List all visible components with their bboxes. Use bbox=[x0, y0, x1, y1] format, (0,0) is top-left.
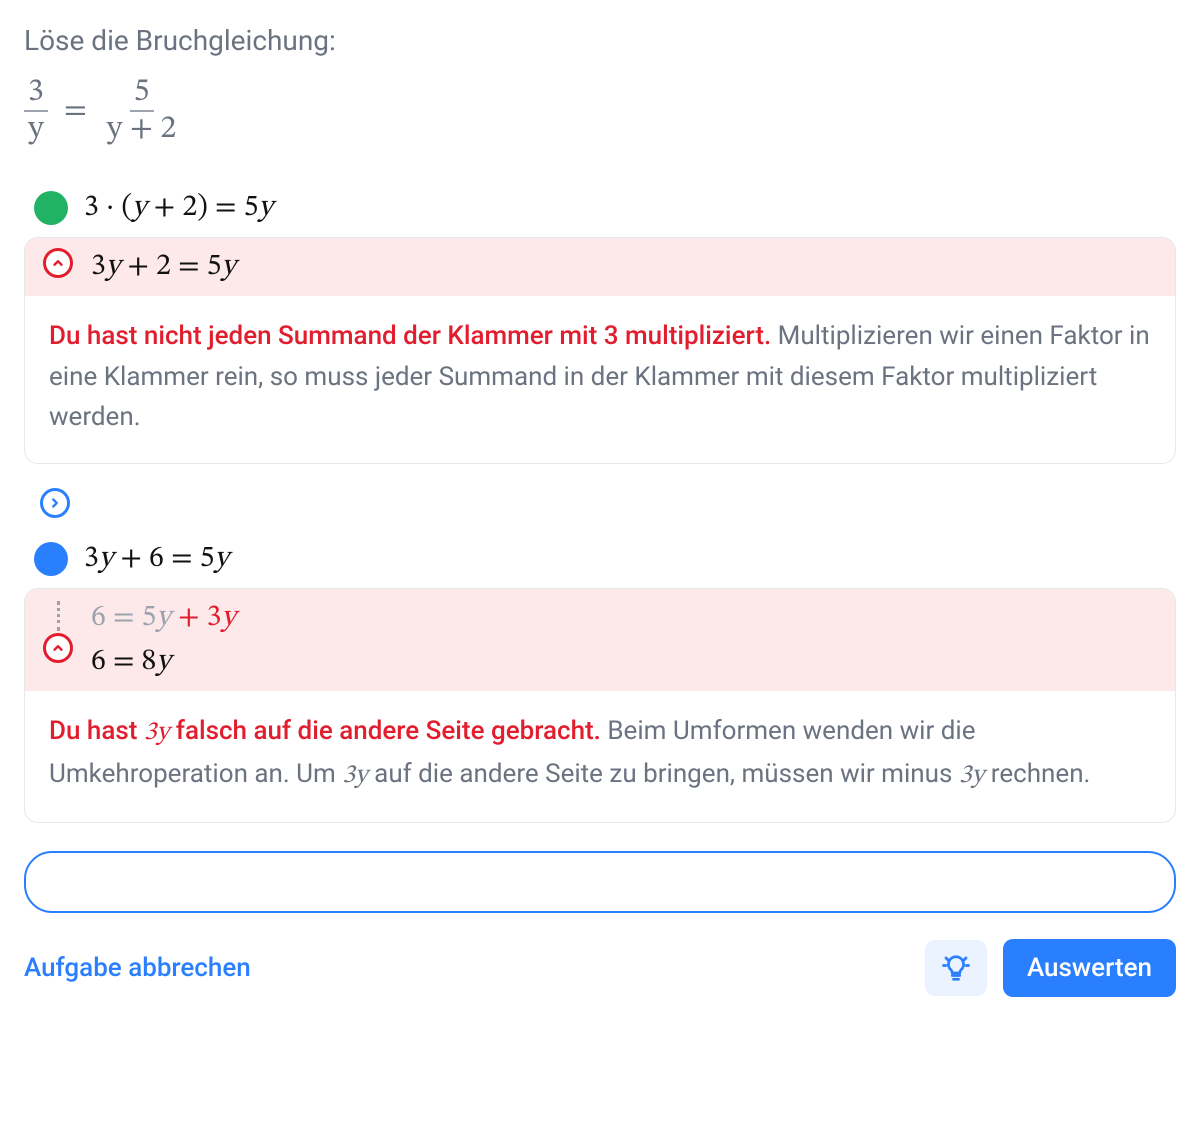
problem-equation: 3 y = 5 y + 2 bbox=[24, 75, 1176, 147]
error-feedback: Du hast nicht jeden Summand der Klammer … bbox=[25, 296, 1175, 463]
fraction-right-den: y + 2 bbox=[107, 113, 176, 145]
error-step-math: 3y + 2 = 5y3y + 2 = 5y bbox=[91, 248, 236, 286]
step-math: 3y + 6 = 5y3y + 6 = 5y bbox=[84, 540, 229, 578]
error-head[interactable]: 3y + 2 = 5y3y + 2 = 5y bbox=[25, 238, 1175, 296]
error-feedback: Du hast 3y falsch auf die andere Seite g… bbox=[25, 691, 1175, 822]
error-head[interactable]: 6 = 5y + 3y6 = 5y + 3y 6 = 8y6 = 8y bbox=[25, 589, 1175, 691]
continue-button[interactable] bbox=[40, 488, 70, 518]
collapse-icon[interactable] bbox=[43, 248, 73, 278]
error-step-line-1: 6 = 5y + 3y6 = 5y + 3y bbox=[91, 599, 236, 637]
error-rest-var-1: 3y bbox=[342, 763, 367, 789]
step-current: 3y + 6 = 5y3y + 6 = 5y bbox=[24, 530, 1176, 588]
answer-input[interactable] bbox=[24, 851, 1176, 913]
collapse-icon[interactable] bbox=[43, 633, 73, 663]
error-step-line-2: 6 = 8y6 = 8y bbox=[91, 643, 236, 681]
step-correct-1: 3 · (y + 2) = 5y3 · (y + 2) = 5y bbox=[24, 179, 1176, 237]
error-lead: Du hast nicht jeden Summand der Klammer … bbox=[49, 321, 771, 351]
error-rest-2: auf die andere Seite zu bringen, müssen … bbox=[368, 759, 959, 789]
cancel-task-button[interactable]: Aufgabe abbrechen bbox=[24, 953, 251, 983]
footer: Aufgabe abbrechen Auswerten bbox=[24, 939, 1176, 997]
error-lead: Du hast 3y falsch auf die andere Seite g… bbox=[49, 716, 601, 746]
fraction-right: 5 y + 2 bbox=[103, 75, 180, 147]
evaluate-button[interactable]: Auswerten bbox=[1003, 939, 1176, 997]
step-connector-icon bbox=[57, 601, 60, 631]
fraction-left: 3 y bbox=[24, 75, 48, 147]
hint-button[interactable] bbox=[925, 940, 987, 996]
error-rest-var-2: 3y bbox=[959, 763, 984, 789]
status-dot-current-icon bbox=[34, 542, 68, 576]
fraction-right-num: 5 bbox=[130, 75, 154, 112]
error-block-1: 3y + 2 = 5y3y + 2 = 5y Du hast nicht jed… bbox=[24, 237, 1176, 464]
lightbulb-icon bbox=[941, 953, 971, 983]
equals-sign: = bbox=[64, 91, 87, 131]
status-dot-correct-icon bbox=[34, 191, 68, 225]
fraction-left-num: 3 bbox=[24, 75, 48, 112]
error-block-2: 6 = 5y + 3y6 = 5y + 3y 6 = 8y6 = 8y Du h… bbox=[24, 588, 1176, 823]
task-prompt: Löse die Bruchgleichung: bbox=[24, 24, 1176, 57]
fraction-left-den: y bbox=[28, 113, 43, 145]
error-rest-3: rechnen. bbox=[984, 759, 1090, 789]
step-math: 3 · (y + 2) = 5y3 · (y + 2) = 5y bbox=[84, 189, 273, 227]
